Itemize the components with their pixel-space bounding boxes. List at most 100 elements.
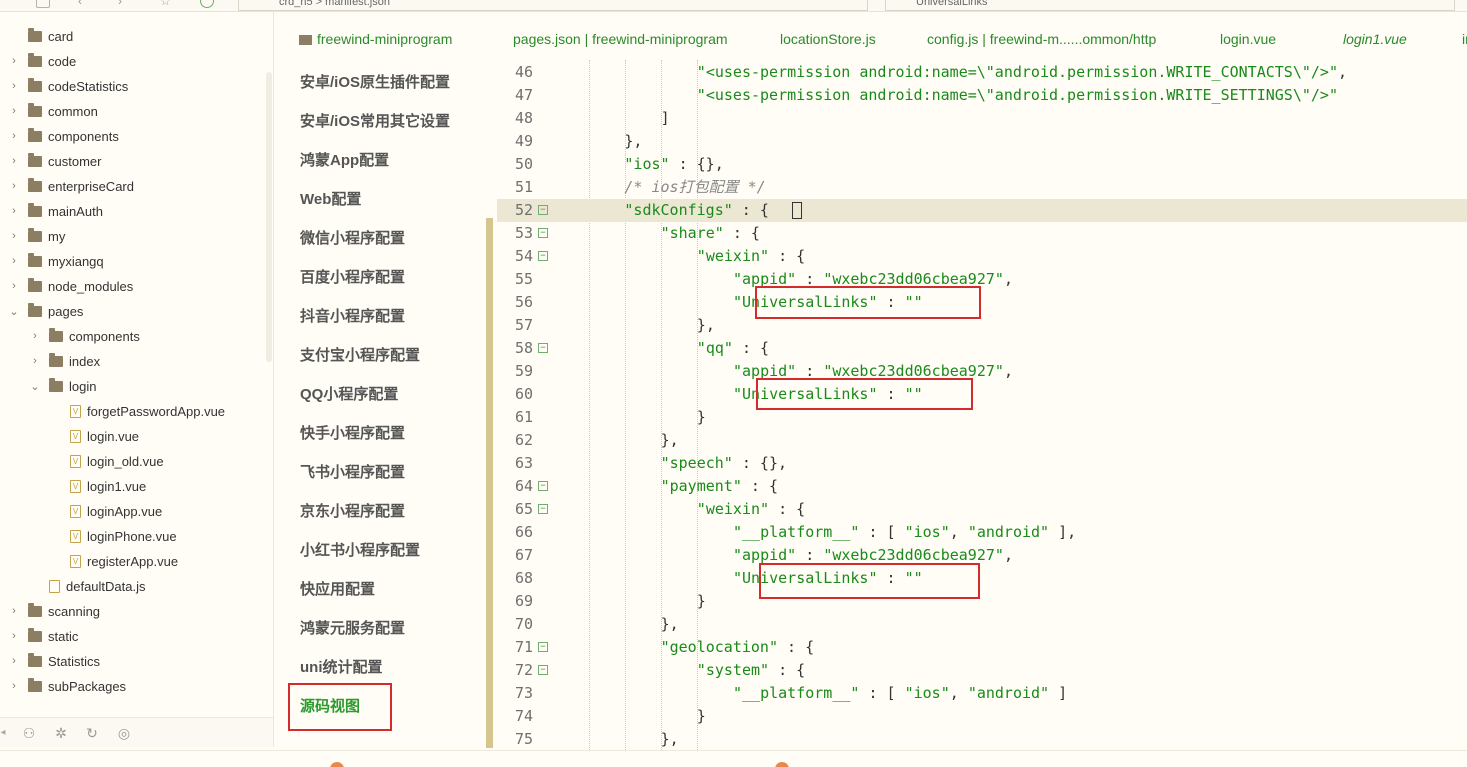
nav-item[interactable]: 安卓/iOS原生插件配置 — [300, 71, 450, 92]
tree-folder[interactable]: › enterpriseCard — [0, 174, 270, 198]
code-line[interactable]: 46 "<uses-permission android:name=\"andro… — [497, 61, 1467, 84]
chevron-right-icon[interactable]: › — [8, 230, 20, 242]
fold-toggle-icon[interactable]: − — [538, 343, 548, 353]
code-line[interactable]: 48] — [497, 107, 1467, 130]
refresh-icon[interactable]: ↻ — [83, 724, 101, 742]
nav-item[interactable]: 百度小程序配置 — [300, 266, 405, 287]
editor-tab[interactable]: config.js | freewind-m......ommon/http — [927, 31, 1156, 47]
code-line[interactable]: 66 "__platform__" : [ "ios", "android" ], — [497, 521, 1467, 544]
bug-icon[interactable]: ✲ — [52, 724, 70, 742]
code-line[interactable]: 72− "system" : { — [497, 659, 1467, 682]
tree-folder[interactable]: › components — [0, 324, 270, 348]
tree-file[interactable]: VforgetPasswordApp.vue — [0, 399, 270, 423]
chevron-right-icon[interactable]: › — [8, 180, 20, 192]
tree-file[interactable]: VloginApp.vue — [0, 499, 270, 523]
tree-folder[interactable]: › customer — [0, 149, 270, 173]
code-line[interactable]: 62}, — [497, 429, 1467, 452]
nav-scrollbar[interactable] — [486, 218, 493, 748]
tree-folder[interactable]: › codeStatistics — [0, 74, 270, 98]
code-line[interactable]: 63 "speech" : {}, — [497, 452, 1467, 475]
nav-item[interactable]: Web配置 — [300, 188, 361, 209]
fold-toggle-icon[interactable]: − — [538, 642, 548, 652]
code-line[interactable]: 75}, — [497, 728, 1467, 750]
code-line[interactable]: 59 "appid" : "wxebc23dd06cbea927", — [497, 360, 1467, 383]
code-line[interactable]: 58− "qq" : { — [497, 337, 1467, 360]
binoculars-icon[interactable]: ⚇ — [20, 724, 38, 742]
nav-item[interactable]: uni统计配置 — [300, 656, 383, 677]
chevron-right-icon[interactable]: › — [8, 280, 20, 292]
collapse-left-icon[interactable]: ◂ — [0, 724, 6, 742]
tree-folder[interactable]: › components — [0, 124, 270, 148]
editor-tab[interactable]: pages.json | freewind-miniprogram — [513, 31, 728, 47]
nav-item[interactable]: 快应用配置 — [300, 578, 375, 599]
code-line[interactable]: 52− "sdkConfigs" : { — [497, 199, 1467, 222]
code-line[interactable]: 70}, — [497, 613, 1467, 636]
chevron-right-icon[interactable]: › — [8, 55, 20, 67]
nav-item[interactable]: 快手小程序配置 — [300, 422, 405, 443]
tree-folder[interactable]: › index — [0, 349, 270, 373]
tree-folder[interactable]: ⌄ login — [0, 374, 270, 398]
editor-tab[interactable]: locationStore.js — [780, 31, 876, 47]
tree-file[interactable]: VregisterApp.vue — [0, 549, 270, 573]
code-line[interactable]: 56 "UniversalLinks" : "" — [497, 291, 1467, 314]
editor-tab[interactable]: in — [1462, 31, 1467, 47]
tree-folder[interactable]: ⌄ pages — [0, 299, 270, 323]
editor-tab[interactable]: login.vue — [1220, 31, 1276, 47]
chevron-down-icon[interactable]: ⌄ — [8, 305, 20, 318]
code-line[interactable]: 57}, — [497, 314, 1467, 337]
tree-folder[interactable]: › my — [0, 224, 270, 248]
code-line[interactable]: 74} — [497, 705, 1467, 728]
code-line[interactable]: 73 "__platform__" : [ "ios", "android" ] — [497, 682, 1467, 705]
chevron-right-icon[interactable]: › — [8, 205, 20, 217]
code-line[interactable]: 71− "geolocation" : { — [497, 636, 1467, 659]
chevron-right-icon[interactable]: › — [8, 255, 20, 267]
globe-icon[interactable]: ◎ — [115, 724, 133, 742]
tree-folder[interactable]: › common — [0, 99, 270, 123]
chevron-right-icon[interactable]: › — [8, 105, 20, 117]
tree-file[interactable]: Vlogin.vue — [0, 424, 270, 448]
fold-toggle-icon[interactable]: − — [538, 251, 548, 261]
tree-folder[interactable]: › subPackages — [0, 674, 270, 698]
nav-item[interactable]: QQ小程序配置 — [300, 383, 398, 404]
tree-folder[interactable]: › myxiangq — [0, 249, 270, 273]
chevron-right-icon[interactable]: › — [8, 130, 20, 142]
nav-item[interactable]: 小红书小程序配置 — [300, 539, 420, 560]
fold-toggle-icon[interactable]: − — [538, 504, 548, 514]
nav-item[interactable]: 微信小程序配置 — [300, 227, 405, 248]
code-line[interactable]: 64− "payment" : { — [497, 475, 1467, 498]
nav-item[interactable]: 安卓/iOS常用其它设置 — [300, 110, 450, 131]
chevron-right-icon[interactable]: › — [29, 355, 41, 367]
tree-folder[interactable]: › scanning — [0, 599, 270, 623]
fold-toggle-icon[interactable]: − — [538, 665, 548, 675]
editor-tab[interactable]: login1.vue — [1343, 31, 1407, 47]
tree-file[interactable]: Vlogin_old.vue — [0, 449, 270, 473]
tree-folder[interactable]: › static — [0, 624, 270, 648]
nav-item[interactable]: 支付宝小程序配置 — [300, 344, 420, 365]
star-icon[interactable]: ☆ — [160, 0, 174, 8]
tree-folder[interactable]: › node_modules — [0, 274, 270, 298]
code-line[interactable]: 51 /* ios打包配置 */ — [497, 176, 1467, 199]
code-line[interactable]: 53− "share" : { — [497, 222, 1467, 245]
nav-item[interactable]: 飞书小程序配置 — [300, 461, 405, 482]
tree-folder[interactable]: › Statistics — [0, 649, 270, 673]
fold-toggle-icon[interactable]: − — [538, 228, 548, 238]
tree-file[interactable]: VloginPhone.vue — [0, 524, 270, 548]
code-line[interactable]: 47 "<uses-permission android:name=\"andro… — [497, 84, 1467, 107]
code-editor[interactable]: 46 "<uses-permission android:name=\"andro… — [497, 60, 1467, 750]
chevron-right-icon[interactable]: › — [8, 80, 20, 92]
code-line[interactable]: 55 "appid" : "wxebc23dd06cbea927", — [497, 268, 1467, 291]
code-line[interactable]: 61} — [497, 406, 1467, 429]
tree-folder[interactable]: card — [0, 24, 270, 48]
chevron-right-icon[interactable]: › — [8, 605, 20, 617]
code-line[interactable]: 60 "UniversalLinks" : "" — [497, 383, 1467, 406]
code-line[interactable]: 54− "weixin" : { — [497, 245, 1467, 268]
chevron-right-icon[interactable]: › — [29, 330, 41, 342]
code-line[interactable]: 68 "UniversalLinks" : "" — [497, 567, 1467, 590]
chevron-right-icon[interactable]: › — [8, 655, 20, 667]
code-line[interactable]: 65− "weixin" : { — [497, 498, 1467, 521]
nav-item[interactable]: 抖音小程序配置 — [300, 305, 405, 326]
tree-scrollbar[interactable] — [266, 72, 272, 362]
editor-tab[interactable]: freewind-miniprogram — [299, 31, 452, 47]
tree-folder[interactable]: › code — [0, 49, 270, 73]
nav-item[interactable]: 京东小程序配置 — [300, 500, 405, 521]
